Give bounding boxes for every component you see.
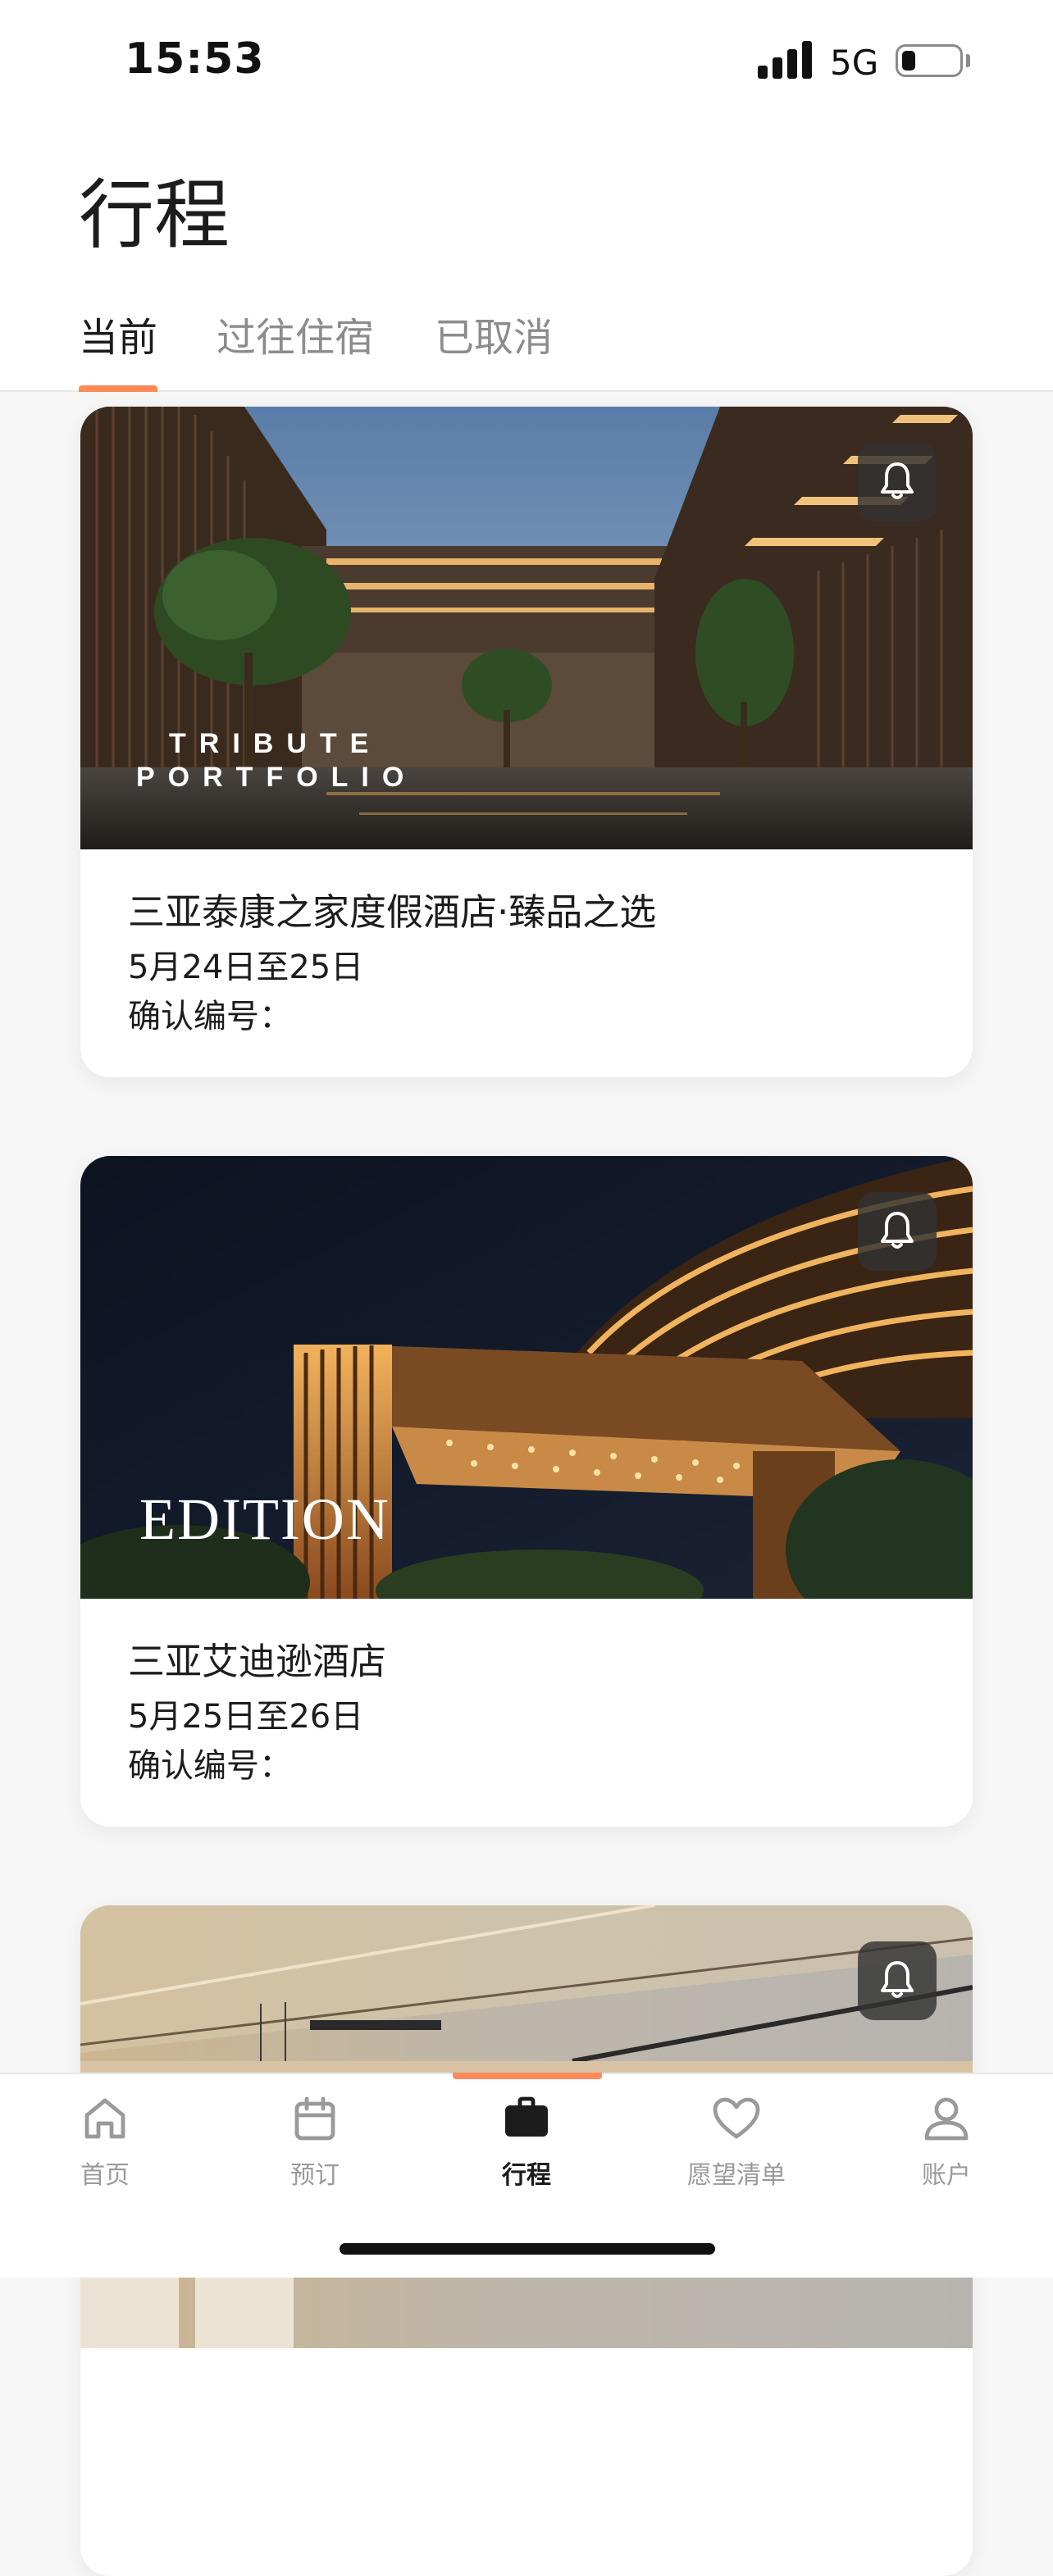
nav-trips[interactable]: 行程	[444, 2092, 609, 2191]
home-indicator[interactable]	[340, 2243, 715, 2255]
notification-bell-button[interactable]	[858, 1941, 937, 2020]
nav-account[interactable]: 账户	[864, 2092, 1028, 2191]
confirmation-number-label: 确认编号：	[128, 1747, 292, 1785]
status-time: 15:53	[125, 34, 265, 84]
notification-bell-button[interactable]	[858, 443, 937, 521]
active-tab-indicator	[79, 385, 157, 392]
nav-label: 愿望清单	[687, 2161, 786, 2190]
tab-past-stays[interactable]: 过往住宿	[217, 305, 374, 362]
brand-logo-edition: EDITION	[139, 1486, 390, 1552]
hotel-name: 三亚泰康之家度假酒店·臻品之选	[128, 890, 657, 934]
stay-dates: 5月25日至26日	[128, 1698, 364, 1736]
nav-bookings[interactable]: 预订	[233, 2092, 397, 2191]
briefcase-icon	[505, 2096, 548, 2137]
bell-icon	[881, 1961, 914, 1998]
home-icon	[84, 2098, 125, 2139]
calendar-icon	[294, 2096, 335, 2141]
tab-current[interactable]: 当前	[79, 305, 157, 362]
nav-label: 预订	[290, 2161, 340, 2190]
header: 行程 当前 过往住宿 已取消	[0, 123, 1053, 392]
trip-card[interactable]: EDITION 三亚艾迪逊酒店 5月25日至26日 确认编号：	[80, 1156, 973, 1827]
signal-strength-icon	[758, 39, 814, 79]
nav-label: 账户	[922, 2161, 971, 2190]
person-icon	[924, 2097, 969, 2141]
stay-dates: 5月24日至25日	[128, 949, 364, 986]
heart-icon	[713, 2097, 760, 2139]
hotel-photo: TRIBUTE PORTFOLIO	[80, 407, 973, 849]
nav-label: 行程	[502, 2161, 551, 2190]
active-nav-indicator	[453, 2073, 602, 2079]
notification-bell-button[interactable]	[858, 1192, 937, 1271]
brand-logo-tribute-portfolio: TRIBUTE PORTFOLIO	[136, 728, 417, 793]
page-title: 行程	[79, 171, 230, 259]
confirmation-number-label: 确认编号：	[128, 998, 292, 1035]
trip-card[interactable]: TRIBUTE PORTFOLIO 三亚泰康之家度假酒店·臻品之选 5月24日至…	[80, 407, 973, 1077]
tab-cancelled[interactable]: 已取消	[435, 305, 553, 362]
network-type: 5G	[830, 43, 879, 83]
nav-home[interactable]: 首页	[23, 2092, 187, 2191]
bell-icon	[881, 1212, 914, 1249]
hotel-photo: EDITION	[80, 1156, 973, 1599]
nav-wishlist[interactable]: 愿望清单	[654, 2092, 818, 2191]
bell-icon	[881, 462, 914, 499]
status-bar: 15:53 5G	[0, 0, 1053, 123]
nav-label: 首页	[80, 2161, 130, 2190]
hotel-name: 三亚艾迪逊酒店	[128, 1640, 387, 1683]
battery-icon	[896, 44, 963, 77]
